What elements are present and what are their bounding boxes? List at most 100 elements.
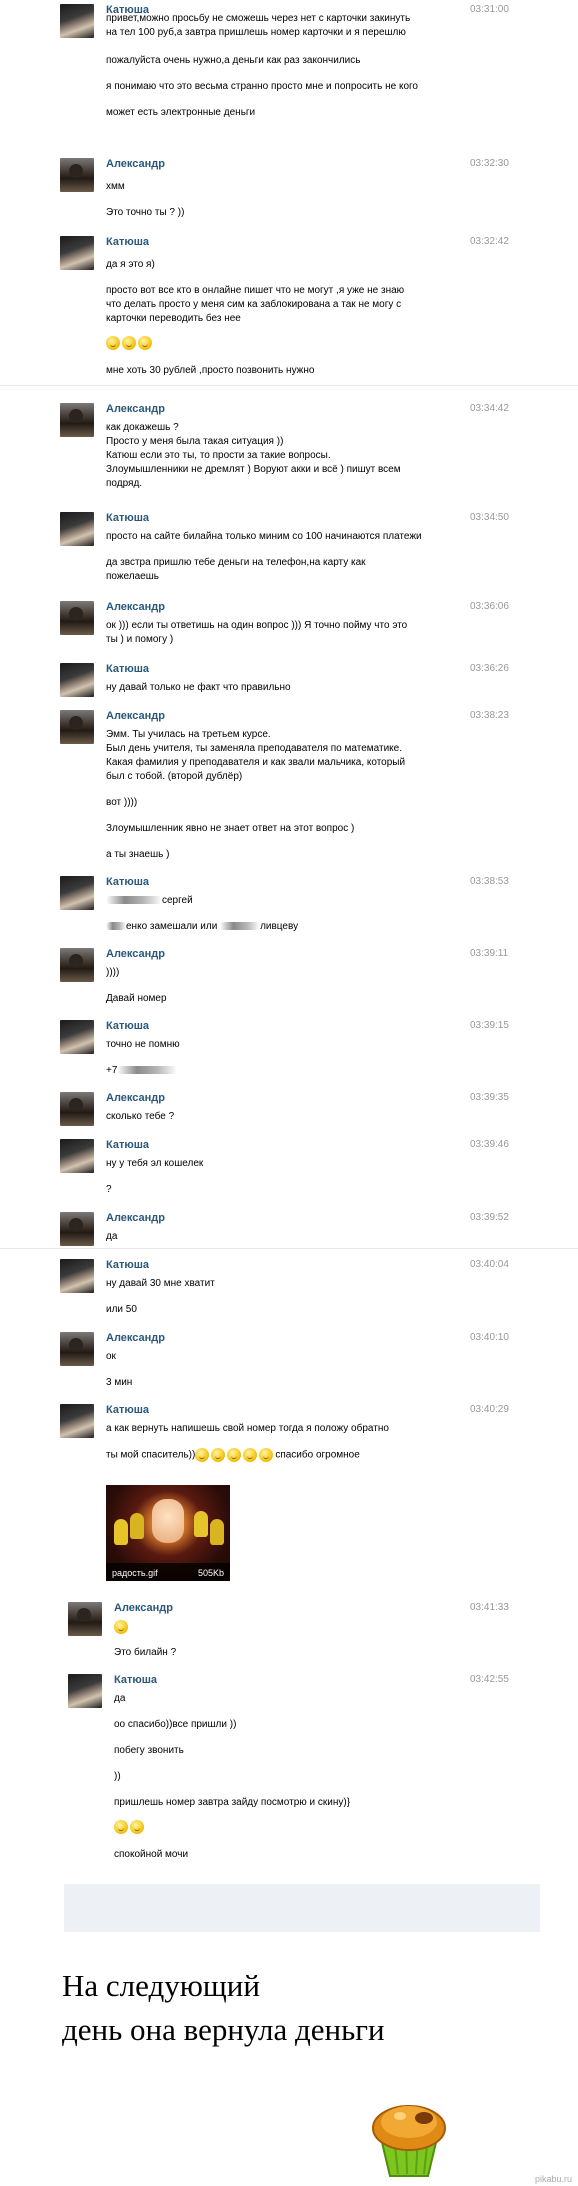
message-text-part: +7 [106, 1065, 118, 1076]
sender-name[interactable]: Александр [106, 948, 165, 960]
avatar[interactable] [60, 1212, 94, 1246]
message-text: енко замешали или ливцеву [106, 920, 298, 933]
sender-name[interactable]: Катюша [106, 236, 149, 248]
message-text: а как вернуть напишешь свой номер тогда … [106, 1422, 389, 1435]
avatar[interactable] [60, 512, 94, 546]
message-text-part: )) [114, 1771, 121, 1782]
sender-name[interactable]: Катюша [106, 1404, 149, 1416]
message-text [114, 1820, 146, 1834]
smile-emoji-icon [243, 1448, 258, 1462]
message-text: был с тобой. (второй дублёр) [106, 770, 242, 783]
message-text-part: просто на сайте билайна только миним со … [106, 531, 422, 542]
message-text: Злоумышленник явно не знает ответ на это… [106, 822, 354, 835]
message-text-part: ливцеву [260, 921, 299, 932]
sender-name[interactable]: Александр [106, 158, 165, 170]
sender-name[interactable]: Александр [106, 1332, 165, 1344]
avatar[interactable] [60, 1092, 94, 1126]
message-text-part: ну у тебя эл кошелек [106, 1158, 204, 1169]
smile-emoji-icon [259, 1448, 274, 1462]
avatar[interactable] [60, 4, 94, 38]
message-text-part: побегу звонить [114, 1745, 184, 1756]
avatar[interactable] [60, 1139, 94, 1173]
sender-name[interactable]: Катюша [106, 876, 149, 888]
avatar[interactable] [60, 601, 94, 635]
message-text [114, 1620, 130, 1634]
message-text-part: спокойной мочи [114, 1849, 189, 1860]
message-text-part: пожелаешь [106, 571, 159, 582]
message-text-part: Это билайн ? [114, 1647, 177, 1658]
message-text-part: да звстра пришлю тебе деньги на телефон,… [106, 557, 366, 568]
avatar[interactable] [60, 948, 94, 982]
sender-name[interactable]: Катюша [106, 512, 149, 524]
gif-attachment[interactable]: радость.gif 505Kb [106, 1485, 230, 1581]
sender-name[interactable]: Александр [106, 710, 165, 722]
redacted-text [220, 922, 261, 931]
message-text: ок ))) если ты ответишь на один вопрос )… [106, 619, 407, 632]
message-text: Катюш если это ты, то прости за такие во… [106, 449, 331, 462]
message-text: ты мой спаситель)) спасибо огромное [106, 1448, 360, 1462]
avatar[interactable] [60, 876, 94, 910]
sender-name[interactable]: Александр [106, 1212, 165, 1224]
message-time: 03:31:00 [470, 4, 509, 15]
watermark: pikabu.ru [534, 2174, 572, 2184]
message-time: 03:40:04 [470, 1259, 509, 1270]
message-text: Это билайн ? [114, 1646, 176, 1659]
avatar[interactable] [68, 1674, 102, 1708]
sender-name[interactable]: Катюша [114, 1674, 157, 1686]
sender-name[interactable]: Катюша [106, 1259, 149, 1271]
sender-name[interactable]: Катюша [106, 1020, 149, 1032]
avatar[interactable] [60, 663, 94, 697]
message-text-part: может есть электронные деньги [106, 107, 256, 118]
message-text [106, 336, 154, 350]
girl-figure [152, 1499, 184, 1543]
message-text-part: как докажешь ? [106, 422, 179, 433]
message-text-part: ок [106, 1351, 116, 1362]
message-text: ну у тебя эл кошелек [106, 1157, 203, 1170]
message-text-part: енко замешали или [126, 921, 221, 932]
message-text: я понимаю что это весьма странно просто … [106, 80, 418, 93]
message-time: 03:42:55 [470, 1674, 509, 1685]
avatar[interactable] [60, 236, 94, 270]
avatar[interactable] [60, 158, 94, 192]
avatar[interactable] [60, 1332, 94, 1366]
message-text: )))) [106, 966, 119, 979]
message-text: точно не помню [106, 1038, 180, 1051]
message-time: 03:39:52 [470, 1212, 509, 1223]
message-text: просто вот все кто в онлайне пишет что н… [106, 284, 404, 297]
avatar[interactable] [60, 1404, 94, 1438]
avatar[interactable] [60, 1020, 94, 1054]
message-text: а ты знаешь ) [106, 848, 169, 861]
smile-emoji-icon [195, 1448, 210, 1462]
message-text-part: ты мой спаситель)) [106, 1449, 196, 1461]
avatar[interactable] [60, 1259, 94, 1293]
sender-name[interactable]: Александр [106, 403, 165, 415]
sender-name[interactable]: Катюша [106, 1139, 149, 1151]
message-text: привет,можно просьбу не сможешь через не… [106, 12, 410, 25]
separator [0, 1248, 578, 1249]
message-text: +7 [106, 1064, 178, 1077]
message-text: Это точно ты ? )) [106, 206, 184, 219]
sender-name[interactable]: Александр [106, 601, 165, 613]
avatar[interactable] [60, 710, 94, 744]
message-text-part: сергей [162, 895, 193, 906]
smile-emoji-icon [138, 336, 152, 350]
message-text-part: Давай номер [106, 993, 167, 1004]
message-time: 03:36:06 [470, 601, 509, 612]
smile-emoji-icon [114, 1620, 128, 1634]
sender-name[interactable]: Катюша [106, 663, 149, 675]
avatar[interactable] [68, 1602, 102, 1636]
avatar[interactable] [60, 403, 94, 437]
message-text-part: Злоумышленник явно не знает ответ на это… [106, 823, 355, 834]
message-time: 03:39:35 [470, 1092, 509, 1103]
sender-name[interactable]: Александр [114, 1602, 173, 1614]
sender-name[interactable]: Александр [106, 1092, 165, 1104]
message-text-part: или 50 [106, 1304, 137, 1315]
message-text-part: просто вот все кто в онлайне пишет что н… [106, 285, 405, 296]
message-text-part: привет,можно просьбу не сможешь через не… [106, 13, 411, 24]
message-text-part: вот )))) [106, 797, 138, 808]
message-text-part: ну давай только не факт что правильно [106, 682, 291, 693]
message-time: 03:36:26 [470, 663, 509, 674]
smile-emoji-icon [122, 336, 136, 350]
message-text: пожалуйста очень нужно,а деньги как раз … [106, 54, 360, 67]
message-text: или 50 [106, 1303, 137, 1316]
